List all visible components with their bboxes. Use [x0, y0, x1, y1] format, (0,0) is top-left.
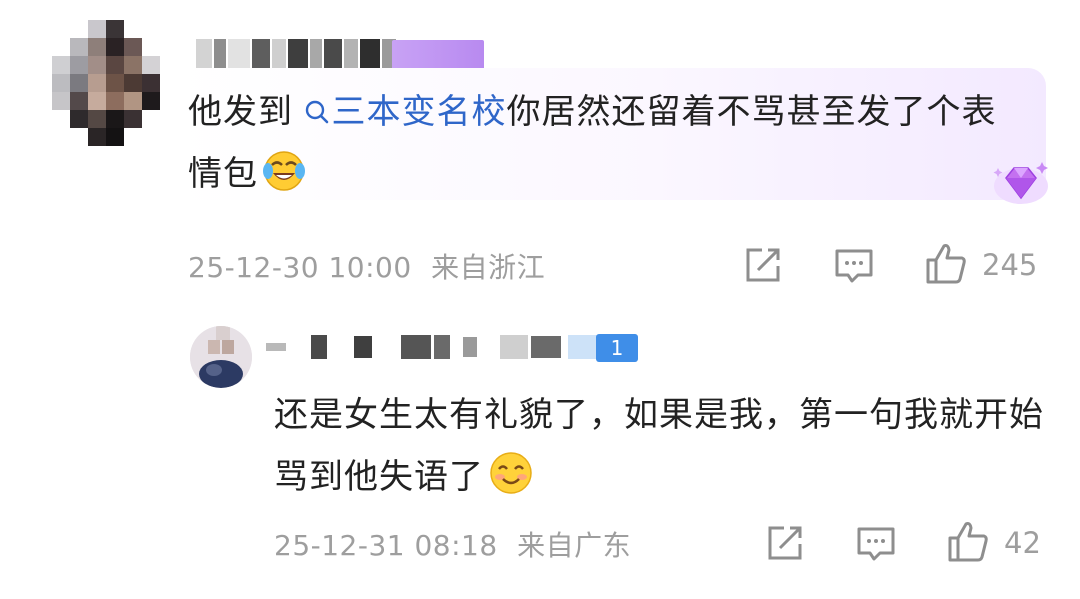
- timestamp: 25-12-30 10:00: [188, 251, 412, 284]
- like-count: 245: [982, 248, 1038, 282]
- reply-avatar[interactable]: [190, 326, 252, 388]
- smile-emoji: [488, 450, 534, 496]
- like-icon[interactable]: [946, 520, 990, 568]
- like-icon[interactable]: [924, 242, 968, 290]
- comment-meta: 25-12-30 10:00 来自浙江: [188, 246, 545, 286]
- location: 来自广东: [517, 529, 632, 562]
- location: 来自浙江: [431, 251, 546, 284]
- comment-text: 他发到 三本变名校你居然还留着不骂甚至发了个表情包: [188, 92, 997, 194]
- search-link[interactable]: 三本变名校: [293, 92, 507, 132]
- share-icon[interactable]: [766, 524, 804, 566]
- share-icon[interactable]: [744, 246, 782, 288]
- comment-icon[interactable]: [834, 247, 874, 289]
- comment-icon[interactable]: [856, 525, 896, 567]
- reply-meta: 25-12-31 08:18 来自广东: [274, 524, 631, 564]
- like-count: 42: [1004, 526, 1041, 560]
- search-icon: [293, 96, 330, 131]
- laughing-crying-emoji: [262, 149, 306, 193]
- reply-username[interactable]: [266, 330, 608, 364]
- user-level-tag: 1: [596, 334, 638, 362]
- reply-text: 还是女生太有礼貌了，如果是我，第一句我就开始骂到他失语了: [274, 395, 1044, 497]
- diamond-badge-icon: [990, 156, 1052, 208]
- timestamp: 25-12-31 08:18: [274, 529, 498, 562]
- username[interactable]: [196, 38, 396, 72]
- avatar[interactable]: [52, 20, 162, 146]
